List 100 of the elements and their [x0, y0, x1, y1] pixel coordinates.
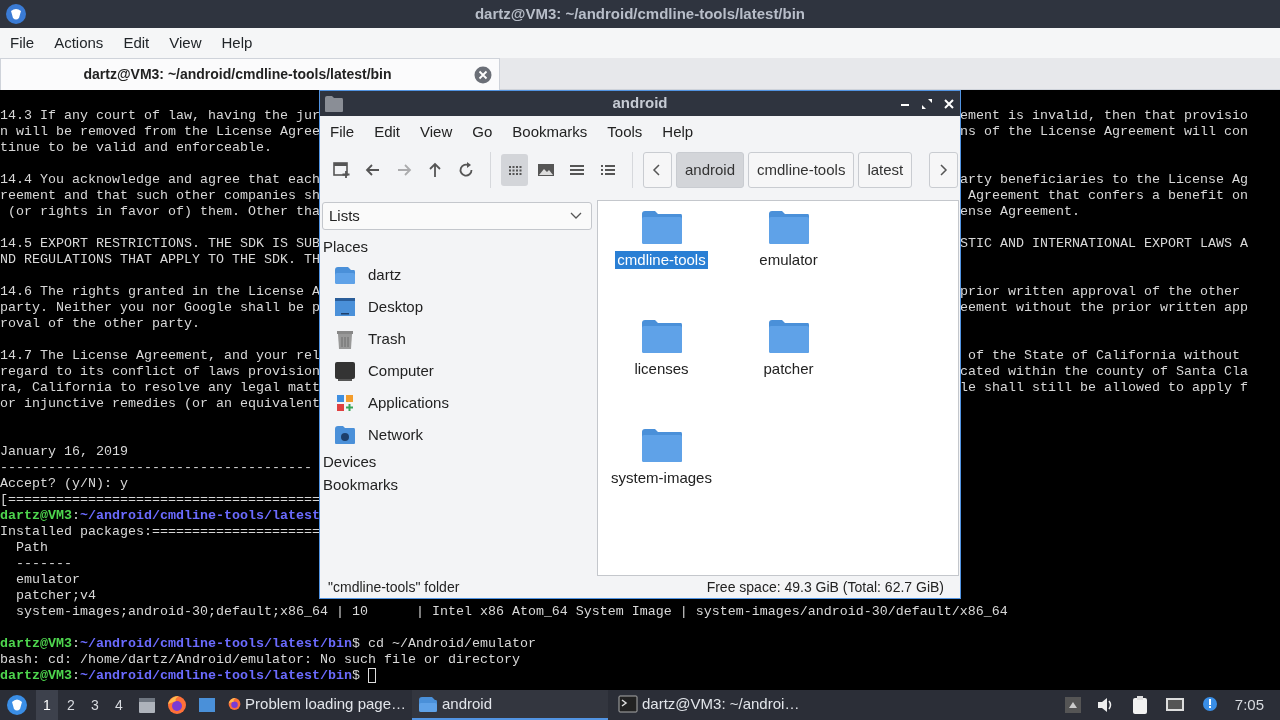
terminal-line: ra, California to resolve any legal matt	[0, 380, 320, 396]
maximize-icon[interactable]	[920, 96, 934, 111]
free-space-text: Free space: 49.3 GiB (Total: 62.7 GiB)	[706, 577, 944, 597]
app-logo-icon	[5, 3, 27, 25]
desktop-icon[interactable]	[197, 695, 217, 715]
folder-icon	[640, 427, 683, 463]
folder-icon	[767, 209, 810, 245]
notification-icon[interactable]	[1200, 696, 1219, 714]
close-icon[interactable]	[942, 96, 956, 111]
sidebar-item[interactable]: Trash	[320, 323, 594, 355]
view-mode-button[interactable]	[501, 154, 529, 186]
folder-icon	[767, 318, 810, 354]
tray-expand-icon[interactable]	[1064, 697, 1081, 713]
terminal-line: or injunctive remedies (or an equivalent	[0, 396, 320, 412]
folder-item[interactable]: patcher	[725, 318, 852, 427]
folder-icon	[640, 318, 683, 354]
desktop-icon	[334, 296, 356, 318]
chevron-down-icon	[569, 211, 583, 221]
menu-item[interactable]: View	[410, 120, 463, 144]
menu-item[interactable]: Edit	[364, 120, 411, 144]
terminal-line: le shall still be allowed to apply f	[960, 380, 1248, 396]
terminal-tab[interactable]: dartz@VM3: ~/android/cmdline-tools/latest/bin	[0, 58, 500, 90]
terminal-line: 14.7 The License Agreement, and your rel	[0, 348, 320, 364]
terminal-prompt: dartz@VM3:~/android/cmdline-tools/latest/bin$ cd ~/Android/emulator	[0, 636, 536, 652]
section-header[interactable]: Places	[320, 236, 594, 259]
terminal-line: 14.3 If any court of law, having the jur	[0, 108, 320, 124]
taskbar-task[interactable]: Problem loading page…	[222, 690, 412, 720]
menu-item[interactable]: Actions	[44, 31, 114, 55]
computer-icon	[334, 360, 356, 382]
menu-item[interactable]: File	[320, 120, 365, 144]
network-icon[interactable]	[1164, 696, 1185, 714]
path-button[interactable]: android	[675, 152, 744, 188]
sidebar-item[interactable]: Computer	[320, 355, 594, 387]
menu-item[interactable]: Bookmarks	[502, 120, 598, 144]
workspace-button[interactable]: 1	[36, 690, 58, 720]
terminal-line: Agreement that confers a benefit on	[967, 188, 1248, 204]
trash-icon	[334, 328, 356, 350]
new-tab-icon	[330, 159, 353, 181]
terminal-line: Accept? (y/N): y	[0, 476, 129, 492]
status-text: "cmdline-tools" folder	[328, 577, 460, 597]
terminal-line: reement and that such other companies sh	[0, 188, 320, 204]
taskbar-task[interactable]: dartz@VM3: ~/androi…	[612, 690, 806, 720]
chevron-right-icon	[937, 163, 950, 177]
side-pane-dropdown[interactable]: Lists	[322, 202, 592, 230]
taskbar-task[interactable]: android	[412, 690, 608, 720]
clipboard-icon[interactable]	[1130, 695, 1149, 715]
path-button[interactable]: latest	[858, 152, 913, 188]
workspace-button[interactable]: 3	[84, 690, 106, 720]
menu-item[interactable]: Tools	[597, 120, 653, 144]
terminal-line: arty beneficiaries to the License Ag	[960, 172, 1248, 188]
workspace-button[interactable]: 4	[108, 690, 130, 720]
menu-item[interactable]: Go	[462, 120, 503, 144]
folder-item[interactable]: system-images	[598, 427, 725, 536]
sidebar-item[interactable]: Network	[320, 419, 594, 451]
terminal-line: ns of the License Agreement will con	[960, 124, 1248, 140]
section-header[interactable]: Devices	[320, 451, 594, 474]
terminal-line: cated within the county of Santa Cla	[960, 364, 1248, 380]
terminal-line: ement is invalid, then that provisio	[960, 108, 1248, 124]
terminal-line: regard to its conflict of laws provision	[0, 364, 320, 380]
terminal-line: 14.4 You acknowledge and agree that each	[0, 172, 320, 188]
terminal-line: eement without the prior written app	[960, 300, 1248, 316]
terminal-line: emulator	[15, 572, 81, 588]
terminal-line: ense Agreement.	[960, 204, 1080, 220]
start-menu-icon[interactable]	[6, 694, 28, 716]
terminal-line: 14.6 The rights granted in the License A	[0, 284, 320, 300]
terminal-line: (or rights in favor of) them. Other tha	[7, 204, 320, 220]
terminal-line: January 16, 2019	[0, 444, 129, 460]
sidebar-item[interactable]: Applications	[320, 387, 594, 419]
terminal-icon	[618, 695, 638, 713]
terminal-line: STIC AND INTERNATIONAL EXPORT LAWS A	[960, 236, 1248, 252]
terminal-line: roval of the other party.	[0, 316, 201, 332]
tab-label: dartz@VM3: ~/android/cmdline-tools/latest/bin	[82, 65, 393, 84]
file-cabinet-icon[interactable]	[137, 695, 157, 715]
folder-icon	[324, 94, 344, 113]
browser-icon[interactable]	[167, 695, 187, 715]
folder-item[interactable]: cmdline-tools	[598, 209, 725, 318]
window-title: android	[612, 93, 668, 114]
menu-item[interactable]: Help	[652, 120, 704, 144]
sidebar-item[interactable]: dartz	[320, 259, 594, 291]
menu-item[interactable]: View	[159, 31, 212, 55]
sidebar-item[interactable]: Desktop	[320, 291, 594, 323]
terminal-line: [=======================================	[0, 492, 320, 508]
section-header[interactable]: Bookmarks	[320, 474, 594, 497]
terminal-line: -------	[15, 556, 73, 572]
workspace-button[interactable]: 2	[60, 690, 82, 720]
terminal-line: party. Neither you nor Google shall be p	[0, 300, 320, 316]
terminal-line: 14.5 EXPORT RESTRICTIONS. THE SDK IS SUB	[0, 236, 320, 252]
window-title: dartz@VM3: ~/android/cmdline-tools/latest/bin	[474, 3, 806, 24]
menu-item[interactable]: Help	[211, 31, 263, 55]
terminal-line: ND REGULATIONS THAT APPLY TO THE SDK. TH	[0, 252, 320, 268]
menu-item[interactable]: Edit	[113, 31, 160, 55]
menu-item[interactable]: File	[0, 31, 45, 55]
folder-item[interactable]: emulator	[725, 209, 852, 318]
terminal-line: tinue to be valid and enforceable.	[0, 140, 273, 156]
folder-item[interactable]: licenses	[598, 318, 725, 427]
clock: 7:05	[1234, 694, 1264, 715]
terminal-line: n will be removed from the License Agree	[0, 124, 320, 140]
network-folder-icon	[334, 425, 356, 445]
path-button[interactable]: cmdline-tools	[748, 152, 855, 188]
terminal-prompt: dartz@VM3:~/android/cmdline-tools/latest/bin$	[0, 668, 361, 684]
